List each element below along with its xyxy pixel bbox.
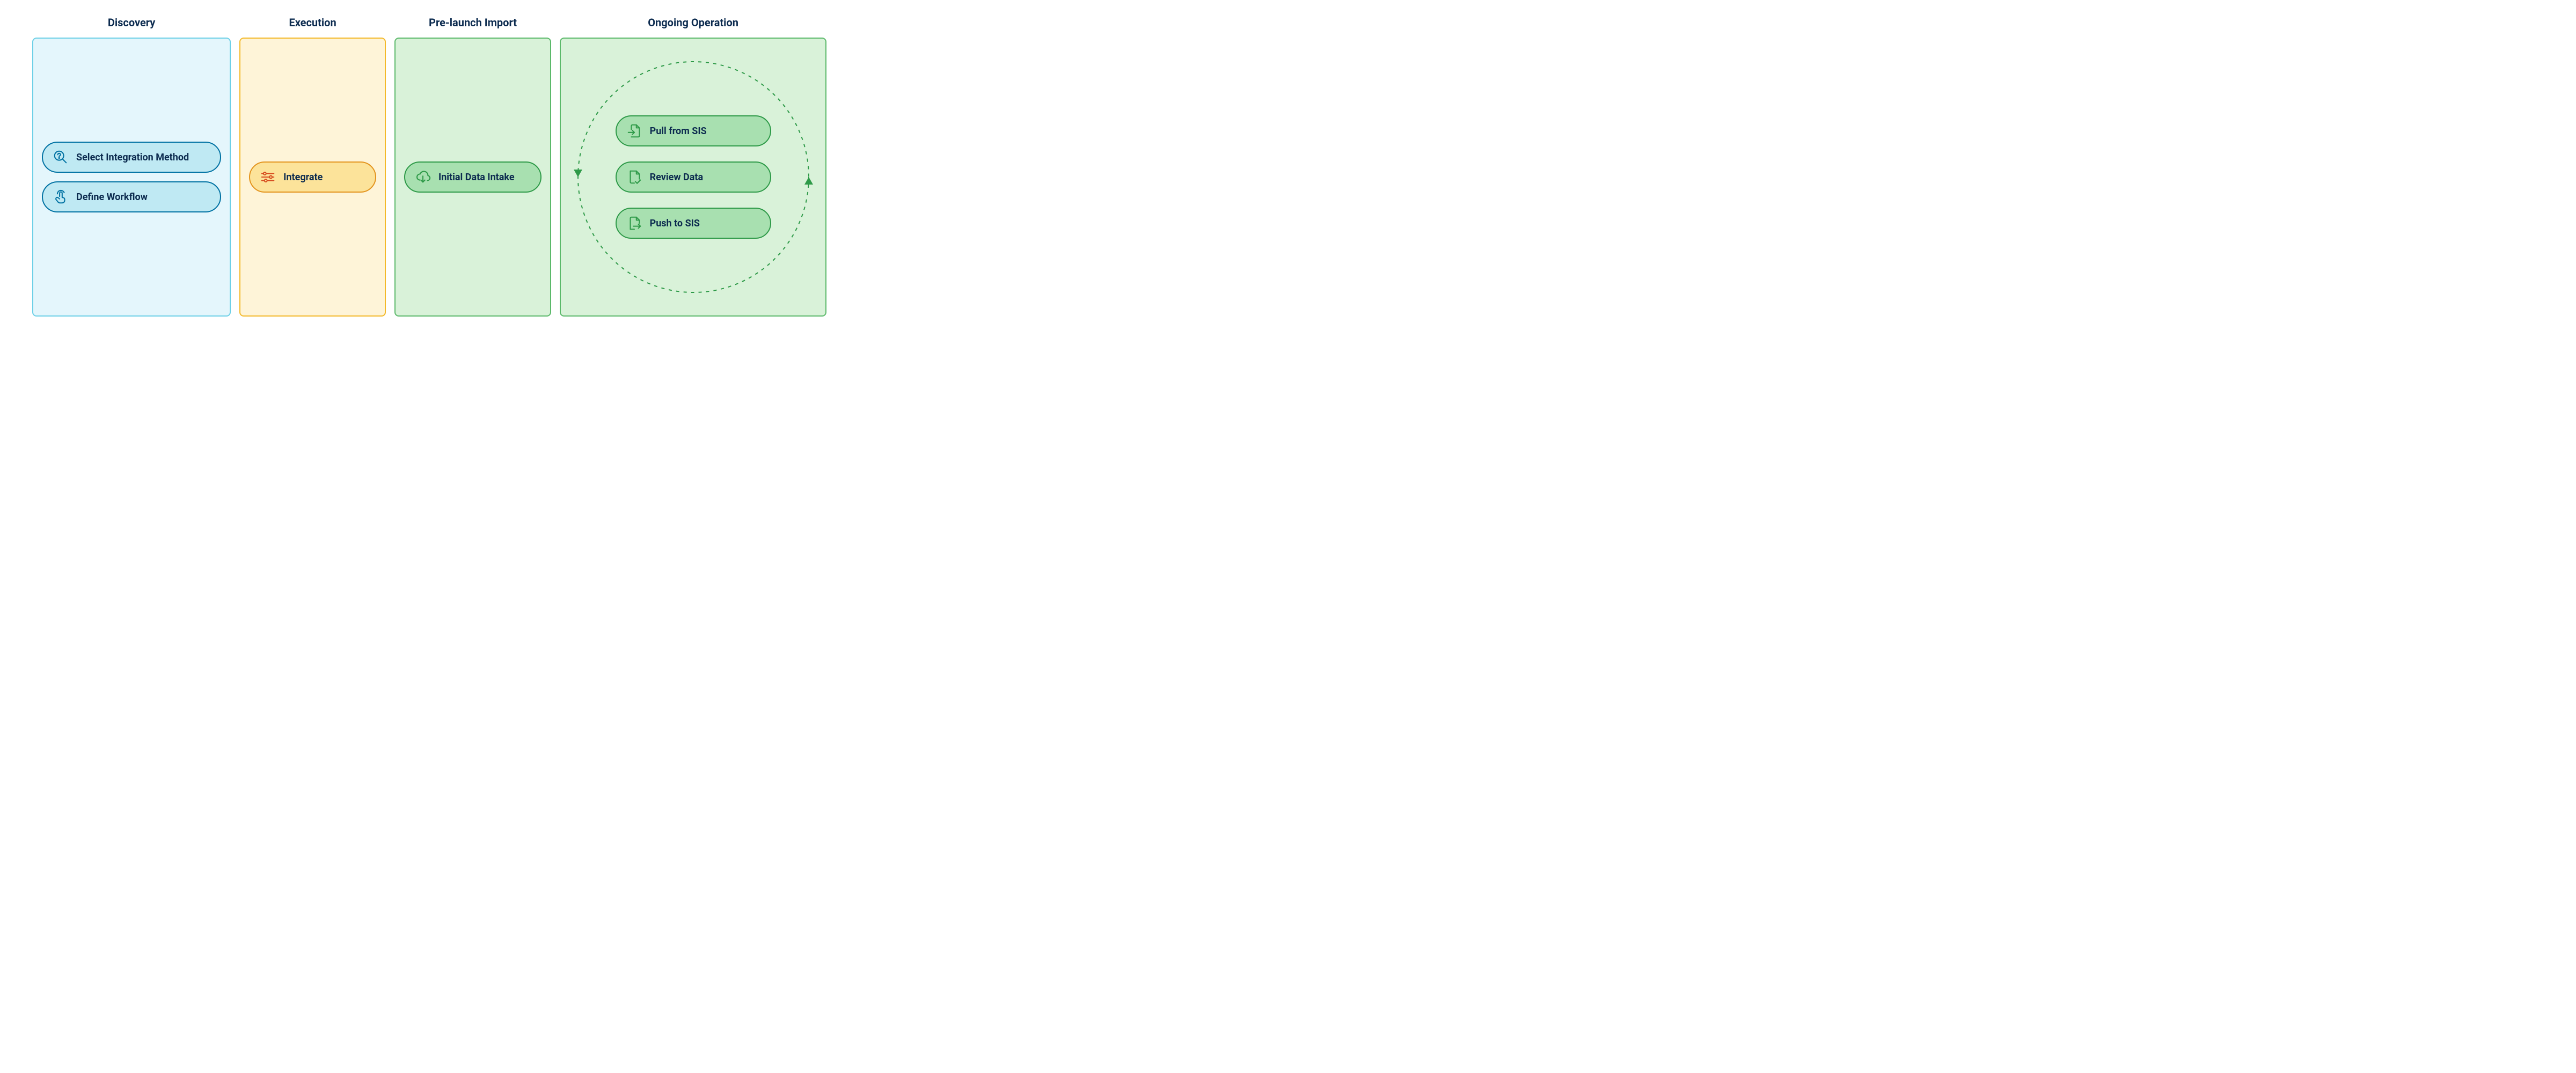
- step-select-integration-method: Select Integration Method: [42, 142, 221, 173]
- file-import-icon: [626, 123, 642, 139]
- phase-title: Pre-launch Import: [429, 16, 517, 29]
- step-push-to-sis: Push to SIS: [616, 208, 771, 239]
- phase-box-execution: Integrate: [239, 38, 386, 317]
- file-check-icon: [626, 169, 642, 185]
- tap-icon: [53, 189, 69, 205]
- magnifier-question-icon: [53, 149, 69, 165]
- sliders-icon: [260, 169, 276, 185]
- step-review-data: Review Data: [616, 161, 771, 193]
- step-label: Select Integration Method: [76, 152, 189, 163]
- phase-execution: Execution Integrate: [239, 16, 386, 317]
- step-initial-data-intake: Initial Data Intake: [404, 161, 541, 193]
- step-label: Initial Data Intake: [438, 172, 515, 183]
- step-define-workflow: Define Workflow: [42, 181, 221, 212]
- step-label: Pull from SIS: [650, 126, 707, 137]
- step-integrate: Integrate: [249, 161, 376, 193]
- phase-box-prelaunch: Initial Data Intake: [394, 38, 551, 317]
- phase-title: Ongoing Operation: [648, 16, 738, 29]
- step-label: Review Data: [650, 172, 703, 183]
- integration-phases-diagram: Discovery Select Integration Method: [0, 0, 859, 333]
- phase-title: Execution: [289, 16, 336, 29]
- cloud-download-icon: [415, 169, 431, 185]
- step-label: Push to SIS: [650, 218, 700, 229]
- phase-ongoing: Ongoing Operation: [560, 16, 826, 317]
- phase-box-ongoing: Pull from SIS Review Data: [560, 38, 826, 317]
- file-export-icon: [626, 215, 642, 231]
- phase-title: Discovery: [108, 16, 156, 29]
- phase-discovery: Discovery Select Integration Method: [32, 16, 231, 317]
- phase-box-discovery: Select Integration Method Define Workflo…: [32, 38, 231, 317]
- step-label: Integrate: [283, 172, 323, 183]
- step-label: Define Workflow: [76, 192, 148, 203]
- phase-prelaunch: Pre-launch Import Initial Data Intake: [394, 16, 551, 317]
- step-pull-from-sis: Pull from SIS: [616, 115, 771, 146]
- cycle-wrap: Pull from SIS Review Data: [570, 54, 817, 300]
